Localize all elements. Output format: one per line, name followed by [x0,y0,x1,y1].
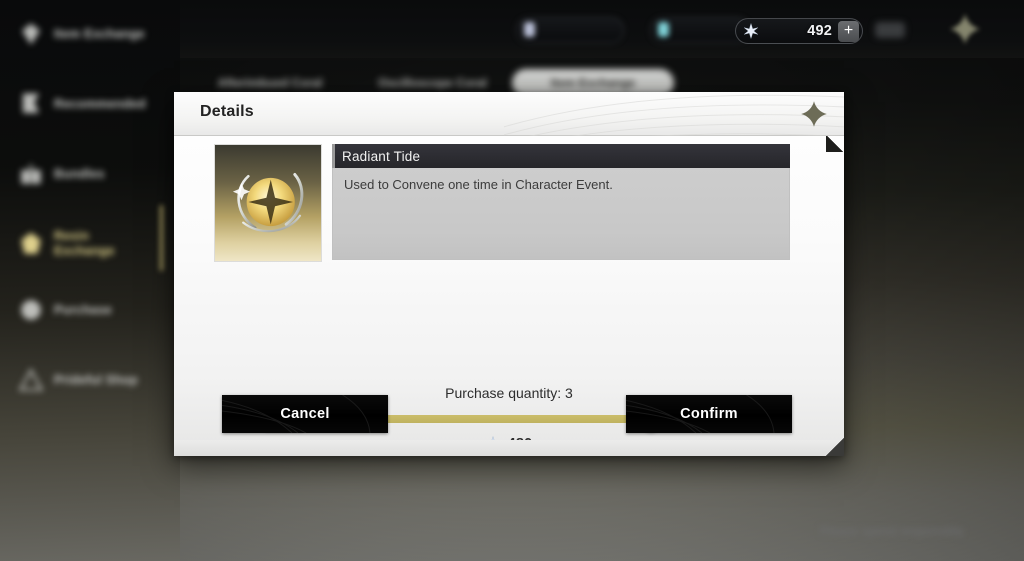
close-icon[interactable] [948,12,982,46]
dialog-title: Details [200,103,254,120]
item-icon [214,144,322,262]
item-description-box: Used to Convene one time in Character Ev… [332,168,790,260]
sidebar-active-indicator [160,205,163,271]
confirm-label: Confirm [680,406,738,422]
sidebar-item-label: Resin Exchange [54,229,115,258]
star-icon [743,23,759,39]
quantity-slider[interactable] [364,408,660,432]
topbar-extra-button[interactable] [875,22,905,38]
sidebar-item-resin-exchange[interactable]: Resin Exchange [18,218,178,270]
currency-amount: 492 [807,23,832,39]
sidebar-item-purchase[interactable]: Purchase [18,288,178,332]
dialog-corner-cut [826,438,844,456]
details-dialog: Details Radiant Tide Used to Convene one… [174,92,844,456]
sidebar-item-bundles[interactable]: Bundles [18,152,178,196]
dialog-footer [174,440,844,456]
gift-icon [21,164,41,184]
currency-icon-secondary-1 [524,22,535,37]
item-summary: Radiant Tide Used to Convene one time in… [214,144,790,262]
item-name: Radiant Tide [342,148,421,164]
crystal-icon [21,232,41,254]
cancel-button[interactable]: Cancel [222,395,388,433]
header-corner-notch [826,136,844,152]
close-icon[interactable] [798,98,830,130]
currency-icon-secondary-2 [658,22,669,37]
radiant-tide-orb-icon [232,173,304,233]
item-description: Used to Convene one time in Character Ev… [344,177,613,192]
sidebar: Item Exchange Recommended Bundles Resin … [0,0,180,561]
sidebar-item-prideful-shop[interactable]: Prideful Shop [18,358,178,402]
sidebar-item-label: Bundles [54,166,105,181]
spend-responsibly-notice: Please spend responsibly [820,524,964,538]
sidebar-item-label: Recommended [54,96,146,111]
item-name-bar: Radiant Tide [332,144,790,168]
flag-icon [22,93,40,113]
item-name-accent [332,144,335,168]
sidebar-item-label: Purchase [54,302,112,317]
sidebar-item-recommended[interactable]: Recommended [18,82,178,126]
confirm-button[interactable]: Confirm [626,395,792,433]
slider-track [364,415,652,423]
gem-icon [22,23,40,45]
header-decoration [504,94,844,136]
sidebar-item-label: Item Exchange [54,26,145,41]
coin-icon [21,300,41,320]
currency-display-astrite[interactable]: 492 + [735,18,863,44]
item-text-block: Radiant Tide Used to Convene one time in… [332,144,790,262]
currency-add-button[interactable]: + [838,20,859,42]
triangle-icon [18,368,44,391]
sidebar-item-label: Prideful Shop [54,372,138,387]
sidebar-item-item-exchange[interactable]: Item Exchange [18,12,178,56]
dialog-header: Details [174,92,844,136]
cancel-label: Cancel [280,406,330,422]
